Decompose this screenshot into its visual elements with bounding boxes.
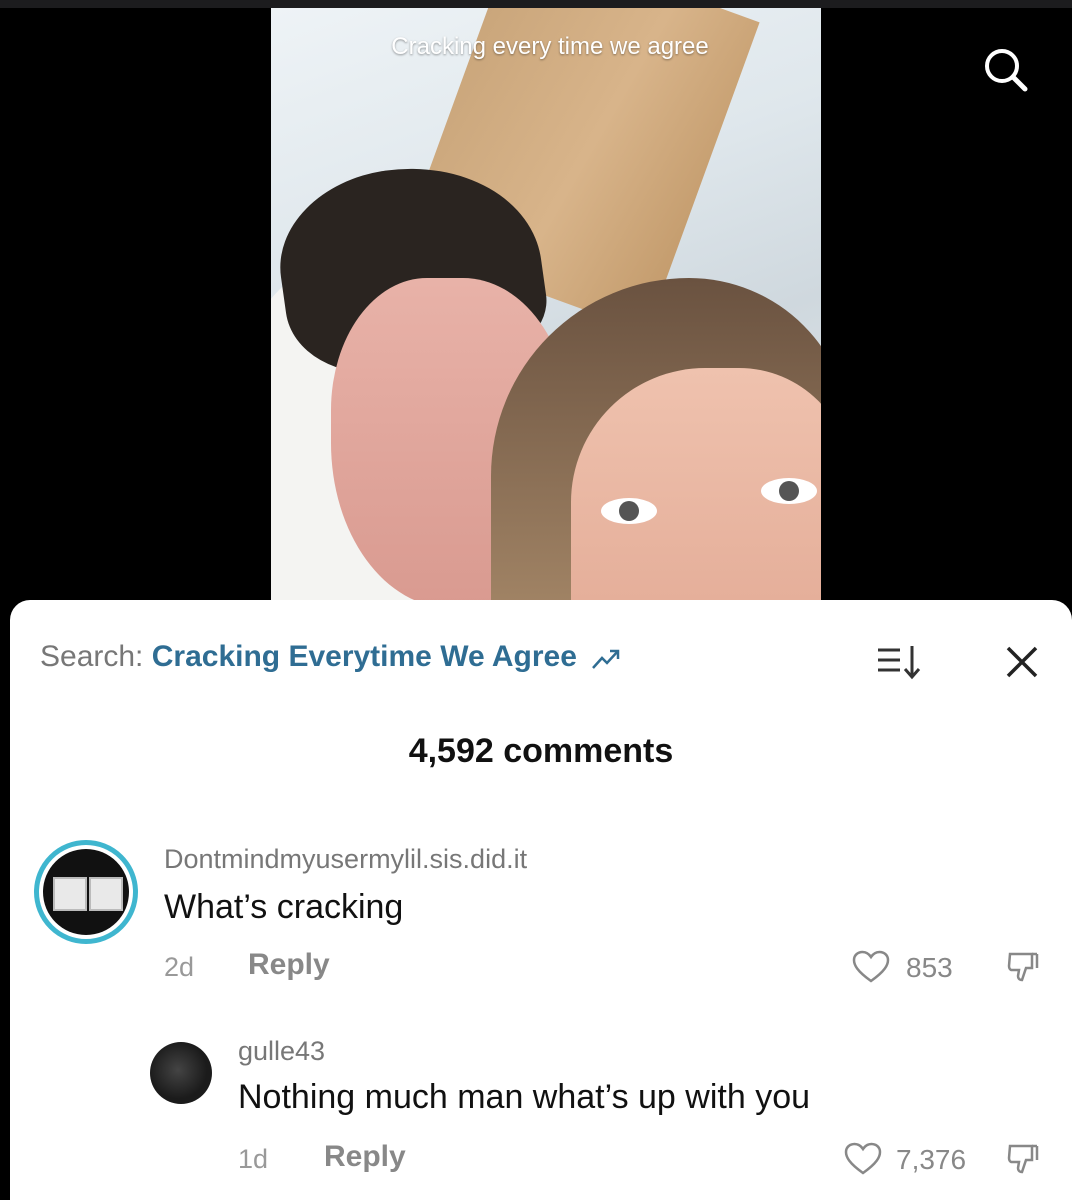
avatar-image	[43, 849, 129, 935]
video-frame[interactable]	[271, 8, 821, 618]
comments-sheet: Search: Cracking Everytime We Agree 4,59…	[10, 600, 1072, 1200]
reply-button[interactable]: Reply	[324, 1140, 406, 1174]
search-suggestion[interactable]: Search: Cracking Everytime We Agree	[40, 640, 621, 674]
avatar[interactable]	[150, 1042, 212, 1104]
top-border	[0, 0, 1072, 8]
close-icon[interactable]	[1002, 642, 1042, 682]
comment-age: 1d	[238, 1144, 269, 1174]
dislike-icon[interactable]	[1006, 950, 1040, 984]
comment-text: What’s cracking	[164, 888, 404, 926]
comment-username[interactable]: Dontmindmyusermylil.sis.did.it	[164, 844, 527, 875]
comment-count: 4,592 comments	[408, 732, 674, 770]
sort-icon[interactable]	[876, 642, 922, 682]
search-prefix: Search:	[40, 640, 144, 673]
like-count: 7,376	[896, 1144, 967, 1175]
eye	[761, 478, 817, 504]
reply-button[interactable]: Reply	[248, 948, 330, 982]
search-icon[interactable]	[977, 42, 1033, 98]
eye	[601, 498, 657, 524]
avatar-thumb	[89, 877, 123, 911]
video-player[interactable]: Cracking every time we agree	[0, 8, 1072, 618]
comment-age: 2d	[164, 952, 195, 982]
video-caption: Cracking every time we agree	[391, 33, 709, 60]
trending-icon	[592, 649, 620, 669]
avatar[interactable]	[34, 840, 138, 944]
search-term-link[interactable]: Cracking Everytime We Agree	[152, 640, 577, 673]
heart-icon[interactable]	[844, 1142, 882, 1176]
like-count: 853	[906, 952, 953, 983]
comment-text: Nothing much man what’s up with you	[238, 1078, 811, 1116]
avatar-thumb	[53, 877, 87, 911]
comment-username[interactable]: gulle43	[238, 1036, 325, 1067]
dislike-icon[interactable]	[1006, 1142, 1040, 1176]
heart-icon[interactable]	[852, 950, 890, 984]
